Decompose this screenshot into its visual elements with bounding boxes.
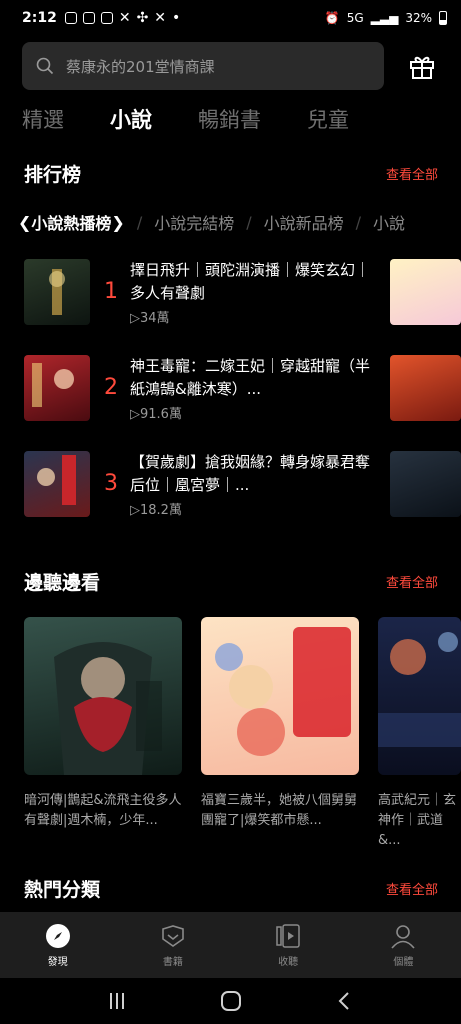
feature-card[interactable]: 高武紀元｜玄神作｜武道&...: [378, 617, 461, 851]
back-icon[interactable]: [335, 991, 355, 1011]
laurel-icon-right: ❯: [111, 212, 125, 232]
nav-books[interactable]: 書籍: [115, 912, 230, 978]
subtab-divider: /: [246, 212, 252, 232]
tab-novels[interactable]: 小說: [110, 104, 152, 134]
fan-icon: ✣: [136, 10, 149, 26]
nav-label: 收聽: [278, 956, 299, 968]
book-cover[interactable]: [390, 355, 461, 421]
search-bar[interactable]: 蔡康永的201堂情商課: [22, 42, 384, 90]
feature-card[interactable]: 福寶三歲半，她被八個舅舅團寵了|爆笑都市懸...: [201, 617, 361, 831]
hot-title: 熱門分類: [24, 879, 101, 901]
feature-cover: [378, 617, 461, 775]
listen-see-all-link[interactable]: 查看全部: [386, 572, 438, 591]
listen-title: 邊聽邊看: [24, 572, 101, 594]
book-title: 擇日飛升｜頭陀淵演播｜爆笑玄幻｜多人有聲劇: [130, 261, 371, 302]
play-count: ▷34萬: [130, 311, 170, 326]
rank-number: 3: [104, 471, 118, 496]
rank-number: 2: [104, 375, 118, 400]
rank-number: 1: [104, 279, 118, 304]
ranking-subtabs: ❮ 小說熱播榜 ❯ / 小說完結榜 / 小說新品榜 / 小說: [18, 210, 461, 234]
subtab-divider: /: [355, 212, 362, 232]
book-heart-icon: [162, 924, 184, 947]
play-count: ▷18.2萬: [130, 503, 182, 518]
shopping-app-icon: [82, 12, 95, 24]
subtab-completed[interactable]: 小說完結榜: [154, 210, 234, 234]
alarm-icon: ⏰: [324, 11, 340, 25]
feature-desc: 暗河傳|鵲起&流飛主役多人有聲劇|週木楠，少年...: [24, 793, 182, 828]
nav-label: 發現: [47, 956, 68, 968]
play-count: ▷91.6萬: [130, 407, 182, 422]
book-title: 【賀歲劇】搶我姻緣？轉身嫁暴君奪后位｜凰宮夢｜...: [130, 453, 371, 494]
feature-desc: 福寶三歲半，她被八個舅舅團寵了|爆笑都市懸...: [201, 793, 358, 828]
nav-profile[interactable]: 個體: [346, 912, 461, 978]
laurel-icon: ❮: [18, 212, 32, 232]
ranking-item[interactable]: 1 擇日飛升｜頭陀淵演播｜爆笑玄幻｜多人有聲劇 ▷34萬: [24, 259, 461, 326]
tab-children[interactable]: 兒童: [307, 104, 349, 134]
notification-icons: ✕ ✣ ✕ •: [64, 10, 181, 26]
listen-header: 邊聽邊看 查看全部: [24, 568, 438, 595]
bottom-nav: 發現 書籍 收聽 個體: [0, 912, 461, 978]
nav-discover[interactable]: 發現: [0, 912, 115, 978]
book-title: 神王毒寵：二嫁王妃｜穿越甜寵（半紙鴻鵠&離沐寒）...: [130, 357, 371, 398]
search-icon: [36, 57, 54, 75]
recent-apps-icon[interactable]: [107, 991, 127, 1011]
subtab-divider: /: [136, 212, 143, 232]
home-icon[interactable]: [220, 990, 242, 1012]
book-cover[interactable]: [390, 451, 461, 517]
feature-cover: [24, 617, 182, 775]
nav-label: 個體: [393, 956, 414, 968]
feature-card[interactable]: 暗河傳|鵲起&流飛主役多人有聲劇|週木楠，少年...: [24, 617, 184, 831]
tab-featured[interactable]: 精選: [22, 104, 64, 134]
instagram-icon: [100, 12, 113, 24]
ranking-header: 排行榜 查看全部: [24, 160, 438, 187]
system-icons: ⏰ 5G ▂▃▅ 32%: [325, 11, 447, 25]
category-tabs: 精選 小說 暢銷書 兒童: [22, 104, 349, 134]
signal-icon: ▂▃▅: [370, 11, 399, 25]
nav-listen[interactable]: 收聽: [231, 912, 346, 978]
subtab-new[interactable]: 小說新品榜: [264, 210, 344, 234]
feature-desc: 高武紀元｜玄神作｜武道&...: [378, 793, 457, 848]
feature-cover: [201, 617, 359, 775]
hot-see-all-link[interactable]: 查看全部: [386, 879, 438, 898]
line-app-icon: [64, 12, 77, 24]
subtab-hot[interactable]: 小說熱播榜: [31, 210, 111, 234]
ranking-item[interactable]: 2 神王毒寵：二嫁王妃｜穿越甜寵（半紙鴻鵠&離沐寒）... ▷91.6萬: [24, 355, 461, 422]
profile-icon: [391, 924, 415, 949]
battery-icon: [439, 11, 447, 25]
ranking-title: 排行榜: [24, 164, 82, 186]
ranking-item[interactable]: 3 【賀歲劇】搶我姻緣？轉身嫁暴君奪后位｜凰宮夢｜... ▷18.2萬: [24, 451, 461, 518]
system-navigation: [0, 978, 461, 1024]
book-cover: [24, 355, 90, 421]
tab-bestsellers[interactable]: 暢銷書: [198, 104, 261, 134]
x-app-icon: ✕: [118, 10, 131, 26]
x-app-icon-2: ✕: [154, 10, 167, 26]
search-placeholder: 蔡康永的201堂情商課: [66, 57, 215, 76]
status-time: 2:12: [22, 10, 57, 26]
book-cover: [24, 259, 90, 325]
net-label: 5G: [346, 11, 364, 25]
book-cover[interactable]: [390, 259, 461, 325]
nav-label: 書籍: [162, 956, 183, 968]
compass-icon: [45, 923, 70, 948]
hot-header: 熱門分類 查看全部: [24, 875, 438, 902]
dot-icon: •: [172, 10, 181, 26]
status-bar: 2:12 ✕ ✣ ✕ • ⏰ 5G ▂▃▅ 32%: [0, 0, 461, 36]
ranking-see-all-link[interactable]: 查看全部: [386, 164, 438, 183]
gift-icon[interactable]: [408, 52, 436, 80]
play-library-icon: [276, 923, 300, 948]
battery-text: 32%: [405, 11, 432, 25]
book-cover: [24, 451, 90, 517]
subtab-more[interactable]: 小說: [373, 210, 405, 234]
